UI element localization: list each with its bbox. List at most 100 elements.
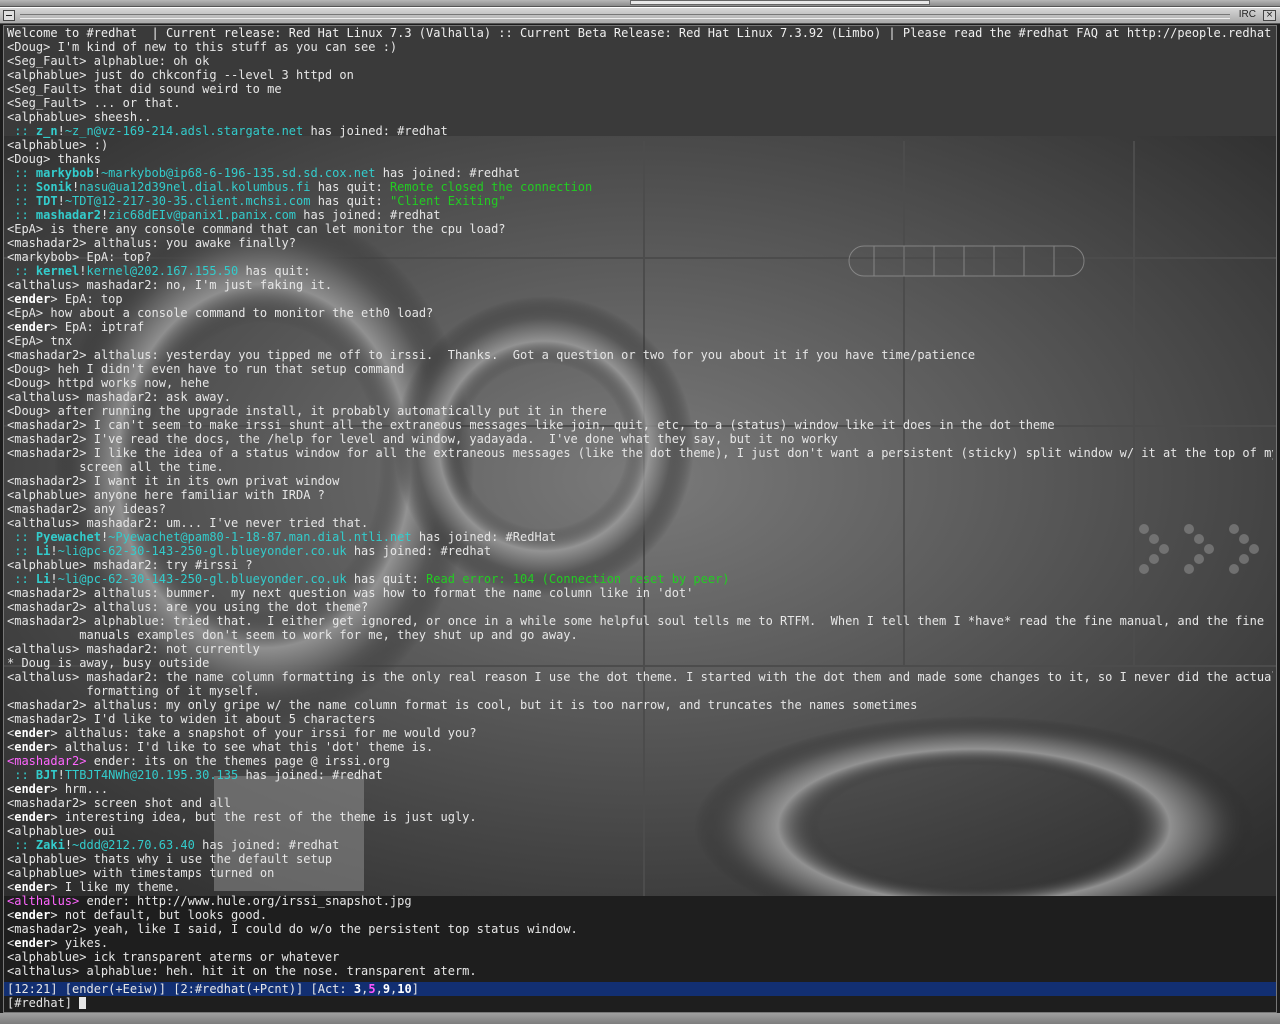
message-text: I've read the docs, the /help for level … [93, 432, 838, 446]
quit-notice: :: Sonik!nasu@ua12d39nel.dial.kolumbus.f… [7, 180, 593, 194]
message-text: hrm... [64, 782, 109, 796]
nick-name: mashadar2 [14, 418, 80, 432]
nick-name: ender [14, 292, 51, 306]
notice-action: has quit: [245, 264, 311, 278]
nick-name: althalus [14, 964, 73, 978]
chat-line: <mashadar2> I've read the docs, the /hel… [7, 432, 1273, 446]
notice-action: has joined: #redhat [353, 544, 492, 558]
nick-label: <Doug> [7, 40, 58, 54]
chat-line: <althalus> mashadar2: the name column fo… [7, 670, 1273, 684]
nick-label: <Doug> [7, 376, 58, 390]
chat-buffer[interactable]: Welcome to #redhat | Current release: Re… [7, 26, 1273, 978]
chat-line: <althalus> mashadar2: um... I've never t… [7, 516, 1273, 530]
input-line[interactable]: [#redhat] [7, 996, 87, 1010]
nick-name: alphablue [14, 950, 80, 964]
nick-name: markybob [14, 250, 73, 264]
nick-label: <alphablue> [7, 488, 94, 502]
nick-label: <ender> [7, 908, 65, 922]
nick-label: <alphablue> [7, 110, 94, 124]
nick-label: <alphablue> [7, 852, 94, 866]
quit-reason: Read error: 104 (Connection reset by pee… [426, 572, 730, 586]
chat-line: <mashadar2> althalus: bummer. my next qu… [7, 586, 1273, 600]
message-text: screen shot and all [93, 796, 231, 810]
nick-name: Seg_Fault [14, 54, 80, 68]
nick-label: <ender> [7, 810, 65, 824]
terminal-window[interactable]: Welcome to #redhat | Current release: Re… [3, 25, 1277, 1013]
nick-name: ender [14, 880, 51, 894]
nick-name: mashadar2 [14, 796, 80, 810]
nick-label: <mashadar2> [7, 796, 94, 810]
notice-action: has joined: #redhat [382, 166, 520, 180]
chat-line: <mashadar2> any ideas? [7, 502, 1273, 516]
nick-name: mashadar2 [14, 922, 80, 936]
nick-label: <mashadar2> [7, 502, 94, 516]
message-text: sheesh.. [93, 110, 152, 124]
message-text: tnx [50, 334, 73, 348]
notice-marker-icon: :: [7, 124, 36, 138]
message-text: after running the upgrade install, it pr… [57, 404, 607, 418]
notice-host: ~TDT@12-217-30-35.client.mchsi.com [64, 194, 311, 208]
message-text: EpA: iptraf [64, 320, 145, 334]
channel-topic: Welcome to #redhat | Current release: Re… [7, 26, 1273, 40]
chat-line: <Doug> thanks [7, 152, 1273, 166]
chat-line: <EpA> how about a console command to mon… [7, 306, 1273, 320]
nick-label: <Seg_Fault> [7, 96, 94, 110]
message-text: althalus: yesterday you tipped me off to… [93, 348, 976, 362]
chat-line: <althalus> alphablue: heh. hit it on the… [7, 964, 1273, 978]
message-text: yeah, like I said, I could do w/o the pe… [93, 922, 578, 936]
chat-line: <Doug> after running the upgrade install… [7, 404, 1273, 418]
nick-name: EpA [14, 334, 36, 348]
nick-name: ender [14, 726, 51, 740]
nick-name: alphablue [14, 68, 80, 82]
nick-label: <Doug> [7, 404, 58, 418]
nick-name: mashadar2 [14, 432, 80, 446]
notice-host: kernel@202.167.155.50 [86, 264, 239, 278]
message-text: alphablue: tried that. I either get igno… [93, 614, 1265, 628]
chat-line: <mashadar2> althalus: yesterday you tipp… [7, 348, 1273, 362]
nick-name: mashadar2 [14, 754, 80, 768]
notice-action: has joined: #redhat [202, 838, 340, 852]
status-nick: ender [72, 982, 109, 996]
input-prompt: [#redhat] [7, 996, 73, 1010]
notice-marker-icon: :: [7, 194, 36, 208]
wrapped-line: manuals examples don't seem to work for … [7, 628, 1273, 642]
nick-name: alphablue [14, 852, 80, 866]
chat-line: <mashadar2> althalus: you awake finally? [7, 236, 1273, 250]
notice-marker-icon: :: [7, 180, 36, 194]
nick-name: ender [14, 810, 51, 824]
message-text: ender: its on the themes page @ irssi.or… [93, 754, 390, 768]
message-text: anyone here familiar with IRDA ? [93, 488, 325, 502]
notice-marker-icon: :: [7, 544, 36, 558]
nick-label: <althalus> [7, 390, 87, 404]
message-text: althalus: my only gripe w/ the name colu… [93, 698, 918, 712]
notice-action: has joined: #redhat [303, 208, 441, 222]
nick-label: <Seg_Fault> [7, 82, 94, 96]
window-menu-button[interactable] [3, 10, 15, 21]
top-panel [0, 0, 1280, 7]
join-notice: :: Pyewachet!~Pyewachet@pam80-1-18-87.ma… [7, 530, 557, 544]
chat-line: <mashadar2> I'd like to widen it about 5… [7, 712, 1273, 726]
notice-host: ~ddd@212.70.63.40 [72, 838, 195, 852]
message-text: mashadar2: the name column formatting is… [86, 670, 1273, 684]
nick-label: <mashadar2> [7, 586, 94, 600]
chat-line: <EpA> tnx [7, 334, 1273, 348]
nick-label: <althalus> [7, 278, 87, 292]
nick-label: <mashadar2> [7, 600, 94, 614]
join-notice: :: z_n!~z_n@vz-169-214.adsl.stargate.net… [7, 124, 448, 138]
quit-reason: Remote closed the connection [389, 180, 593, 194]
action-line: * Doug is away, busy outside [7, 656, 1273, 670]
message-text: ... or that. [93, 96, 181, 110]
chat-line: <alphablue> sheesh.. [7, 110, 1273, 124]
close-button[interactable]: × [1263, 10, 1276, 21]
notice-nick: Zaki [35, 838, 65, 852]
nick-label: <alphablue> [7, 824, 94, 838]
notice-marker-icon: :: [7, 838, 36, 852]
taskbar-button[interactable] [630, 0, 930, 5]
nick-name: ender [14, 908, 51, 922]
notice-action: has joined: #redhat [245, 768, 383, 782]
chat-line: <mashadar2> yeah, like I said, I could d… [7, 922, 1273, 936]
notice-action: has joined: #redhat [310, 124, 448, 138]
window-title-bar[interactable]: IRC × [0, 7, 1280, 24]
join-notice: :: BJT!TTBJT4NWh@210.195.30.135 has join… [7, 768, 383, 782]
message-text: EpA: top? [86, 250, 152, 264]
